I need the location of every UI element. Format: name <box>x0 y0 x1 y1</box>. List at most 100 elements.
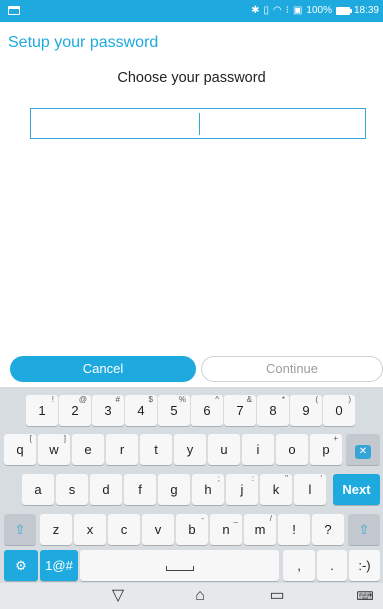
key-hint: * <box>281 395 285 404</box>
key-7[interactable]: 7 & <box>224 395 256 426</box>
key-label: 4 <box>137 403 145 418</box>
key-l[interactable]: l ' <box>294 474 326 505</box>
bluetooth-icon: ✱ <box>251 5 260 16</box>
backspace-key[interactable]: ✕ <box>346 434 380 465</box>
key-2[interactable]: 2 @ <box>59 395 91 426</box>
key-j[interactable]: j: <box>226 474 258 505</box>
key-g[interactable]: g <box>158 474 190 505</box>
key-label: j <box>240 482 244 497</box>
key-y[interactable]: y <box>174 434 206 465</box>
key-1[interactable]: 1! <box>26 395 58 426</box>
key-9[interactable]: 9( <box>290 395 322 426</box>
key-label: i <box>256 442 260 457</box>
key-a[interactable]: a <box>22 474 54 505</box>
key-u[interactable]: u <box>208 434 240 465</box>
key-label: l <box>308 482 312 497</box>
key-label: r <box>119 442 125 457</box>
key-w[interactable]: w] <box>38 434 70 465</box>
settings-key[interactable]: ⚙ <box>4 550 38 581</box>
key-hint: " <box>285 474 288 483</box>
key-z[interactable]: z <box>40 514 72 545</box>
period-key[interactable]: . <box>317 550 347 581</box>
key-v[interactable]: v <box>142 514 174 545</box>
key-h[interactable]: h; <box>192 474 224 505</box>
key-i[interactable]: i <box>242 434 274 465</box>
vibrate-icon: ▯ <box>263 5 270 16</box>
key-e[interactable]: e <box>72 434 104 465</box>
key-s[interactable]: s <box>56 474 88 505</box>
key-0[interactable]: 0) <box>323 395 355 426</box>
key-d[interactable]: d <box>90 474 122 505</box>
key-label: a <box>34 482 42 497</box>
emoji-key[interactable]: :-) <box>349 550 380 581</box>
key-hint: ( <box>315 395 318 404</box>
key-t[interactable]: t <box>140 434 172 465</box>
home-icon[interactable]: ⌂ <box>185 583 215 609</box>
key-label: ? <box>324 522 332 537</box>
key-5[interactable]: 5% <box>158 395 190 426</box>
key-3[interactable]: 3 # <box>92 395 124 426</box>
key-label: 6 <box>203 403 211 418</box>
key-p[interactable]: p + <box>310 434 342 465</box>
key-r[interactable]: r <box>106 434 138 465</box>
key-4[interactable]: 4 $ <box>125 395 157 426</box>
space-icon <box>165 566 194 571</box>
navigation-bar: ▽ ⌂ ▭ ⌨ <box>0 583 383 609</box>
key-hint: + <box>333 434 338 443</box>
key-label: x <box>86 522 94 537</box>
key-f[interactable]: f <box>124 474 156 505</box>
key-label: e <box>84 442 92 457</box>
key-label: o <box>288 442 296 457</box>
text-cursor <box>199 113 200 135</box>
keyboard-icon[interactable]: ⌨ <box>350 583 380 609</box>
key-n[interactable]: n _ <box>210 514 242 545</box>
symbols-key[interactable]: 1@# <box>40 550 78 581</box>
key-b[interactable]: b- <box>176 514 208 545</box>
key-hint: ] <box>63 434 66 443</box>
continue-button[interactable]: Continue <box>201 356 383 382</box>
key-label: 2 <box>71 403 79 418</box>
wifi-icon: ◠ <box>273 5 282 16</box>
battery-icon <box>335 7 352 15</box>
key-c[interactable]: c <box>108 514 140 545</box>
shift-icon: ⇧ <box>358 522 370 537</box>
key-x[interactable]: x <box>74 514 106 545</box>
key-k[interactable]: k " <box>260 474 292 505</box>
back-icon[interactable]: ▽ <box>103 583 133 609</box>
key-6[interactable]: 6 ^ <box>191 395 223 426</box>
key-label: s <box>68 482 76 497</box>
key-hint: # <box>115 395 120 404</box>
key-label: b <box>188 522 196 537</box>
key-hint: ! <box>51 395 54 404</box>
key-label: ! <box>292 522 296 537</box>
key-sym7[interactable]: ! <box>278 514 310 545</box>
cancel-button[interactable]: Cancel <box>10 356 196 382</box>
key-sym8[interactable]: ? <box>312 514 344 545</box>
space-key[interactable] <box>80 550 279 581</box>
key-8[interactable]: 8 * <box>257 395 289 426</box>
shift-left-key[interactable]: ⇧ <box>4 514 36 545</box>
key-hint: : <box>251 474 254 483</box>
recents-icon[interactable]: ▭ <box>262 583 292 609</box>
key-hint: [ <box>29 434 32 443</box>
data-icon: ⁝ <box>285 5 289 16</box>
key-label: w <box>49 442 59 457</box>
key-hint: ^ <box>215 395 219 404</box>
status-icons: ✱ ▯ ◠ ⁝ ▣ 100% 18:39 <box>251 4 379 18</box>
key-m[interactable]: m / <box>244 514 276 545</box>
shift-icon: ⇧ <box>14 522 26 537</box>
status-bar: ✱ ▯ ◠ ⁝ ▣ 100% 18:39 <box>0 0 383 22</box>
comma-key[interactable]: , <box>283 550 315 581</box>
backspace-icon: ✕ <box>354 445 372 459</box>
password-input[interactable] <box>30 108 366 139</box>
page-title: Setup your password <box>8 34 159 51</box>
key-label: z <box>52 522 60 537</box>
key-label: g <box>170 482 178 497</box>
next-key[interactable]: Next <box>333 474 380 505</box>
key-o[interactable]: o <box>276 434 308 465</box>
on-screen-keyboard: 1! 2 @3 #4 $5% 6 ^ 7 & 8 * 9(0) q[w] e r t y u i o p + asdfg… <box>0 387 383 583</box>
key-label: f <box>138 482 142 497</box>
shift-right-key[interactable]: ⇧ <box>348 514 380 545</box>
key-q[interactable]: q[ <box>4 434 36 465</box>
battery-percent: 100% <box>306 5 332 16</box>
